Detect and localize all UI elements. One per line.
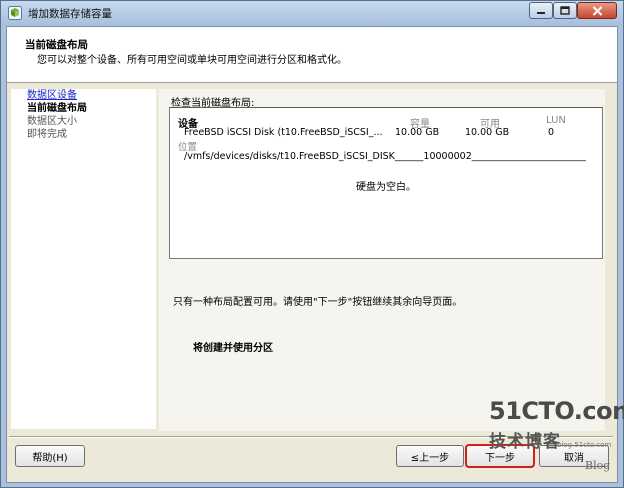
- wizard-client-area: 当前磁盘布局 您可以对整个设备、所有可用空间或单块可用空间进行分区和格式化。 数…: [6, 26, 618, 483]
- nav-step-current-disk-layout: 当前磁盘布局: [27, 103, 87, 114]
- page-description: 您可以对整个设备、所有可用空间或单块可用空间进行分区和格式化。: [37, 55, 347, 66]
- help-button[interactable]: 帮助(H): [15, 445, 85, 467]
- nav-step-datastore-size: 数据区大小: [27, 116, 77, 127]
- vsphere-app-icon: [8, 6, 22, 20]
- cancel-button[interactable]: 取消: [539, 445, 609, 467]
- minimize-icon: [537, 11, 545, 14]
- location-value: /vmfs/devices/disks/t10.FreeBSD_iSCSI_DI…: [184, 151, 586, 162]
- title-bar[interactable]: 增加数据存储容量: [1, 1, 623, 25]
- wizard-content: 检查当前磁盘布局: 设备 容量 可用 LUN FreeBSD iSCSI Dis…: [159, 89, 605, 431]
- available-cell: 10.00 GB: [465, 127, 510, 138]
- back-button[interactable]: ≤上一步: [396, 445, 464, 467]
- partition-result: 将创建并使用分区: [193, 343, 273, 354]
- close-button[interactable]: [577, 2, 617, 19]
- lun-cell: 0: [548, 127, 555, 138]
- device-name-cell: FreeBSD iSCSI Disk (t10.FreeBSD_iSCSI_..…: [184, 127, 383, 138]
- disk-empty-message: 硬盘为空白。: [356, 182, 416, 193]
- nav-step-datastore-device[interactable]: 数据区设备: [27, 90, 77, 102]
- wizard-header: 当前磁盘布局 您可以对整个设备、所有可用空间或单块可用空间进行分区和格式化。: [7, 27, 617, 83]
- close-icon: [592, 5, 602, 16]
- window-title: 增加数据存储容量: [28, 8, 112, 20]
- wizard-step-nav: 数据区设备 当前磁盘布局 数据区大小 即将完成: [11, 89, 156, 429]
- maximize-button[interactable]: [553, 2, 577, 19]
- capacity-cell: 10.00 GB: [395, 127, 440, 138]
- wizard-window: 增加数据存储容量 当前磁盘布局 您可以对整个设备、所有可用空间或单块可用空间进行…: [0, 0, 624, 488]
- disk-layout-panel: 设备 容量 可用 LUN FreeBSD iSCSI Disk (t10.Fre…: [169, 107, 603, 259]
- layout-note: 只有一种布局配置可用。请使用"下一步"按钮继续其余向导页面。: [173, 297, 463, 308]
- minimize-button[interactable]: [529, 2, 553, 19]
- nav-step-ready-to-complete: 即将完成: [27, 129, 67, 140]
- maximize-icon: [560, 6, 570, 15]
- next-button[interactable]: 下一步: [465, 444, 535, 468]
- page-title: 当前磁盘布局: [25, 39, 88, 51]
- footer-divider: [9, 436, 613, 438]
- column-header-lun: LUN: [546, 115, 566, 126]
